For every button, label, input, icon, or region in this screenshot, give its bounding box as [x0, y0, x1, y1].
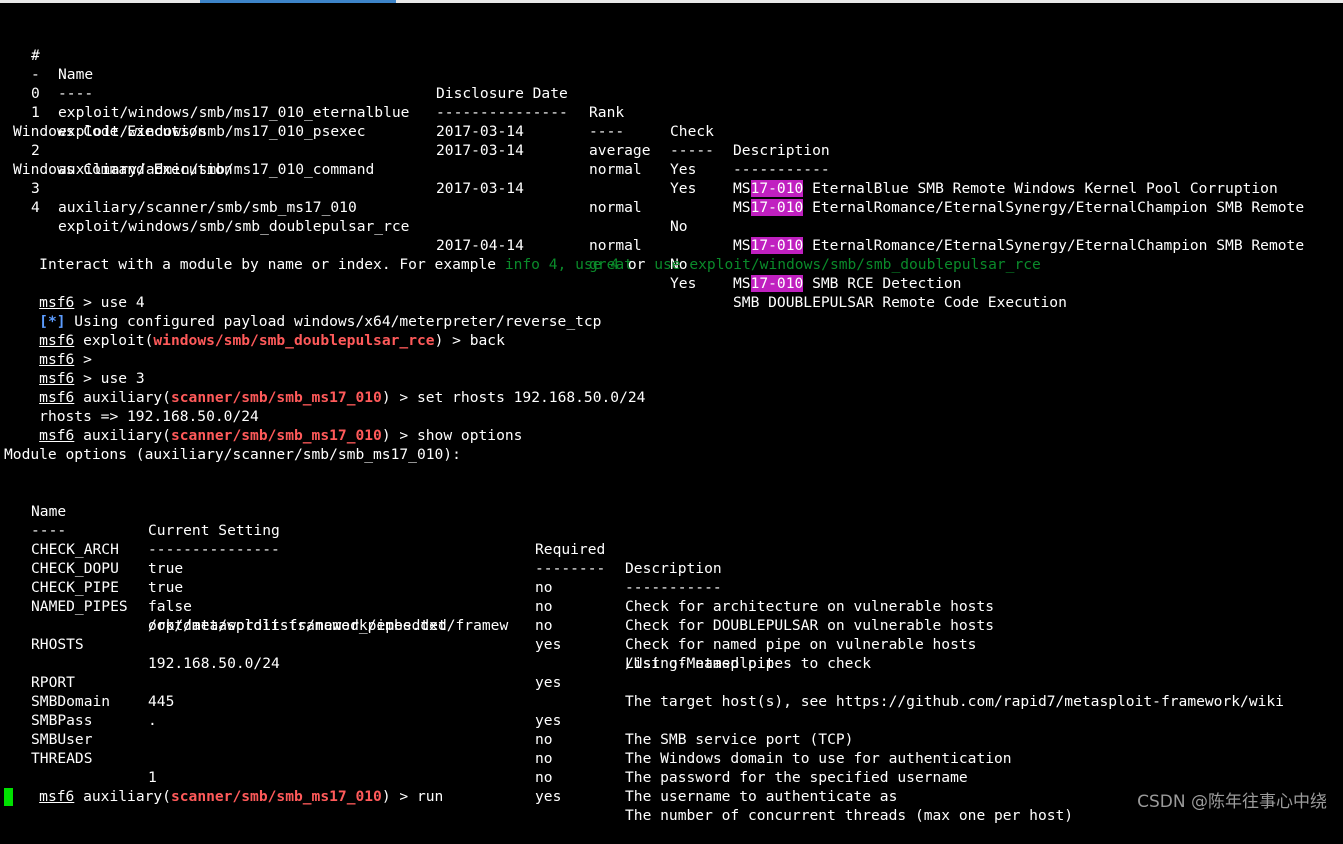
- module-table-header: # Name Disclosure Date Rank Check Descri…: [4, 27, 830, 159]
- col-rank-header: Rank: [589, 104, 625, 121]
- table-row: 0 exploit/windows/smb/ms17_010_eternalbl…: [31, 85, 1278, 197]
- option-row-continuation: ork/data/wordlists/named_pipes.txt: [148, 617, 447, 634]
- option-row: NAMED_PIPES /opt/metasploit-framework/em…: [31, 598, 872, 672]
- search-highlight: 17-010: [750, 180, 804, 197]
- options-table-header: Name Current Setting Required Descriptio…: [31, 503, 722, 577]
- col-desc-header: Description: [733, 142, 830, 159]
- table-row-continuation: Windows Code Execution: [13, 123, 207, 140]
- options-table-underline: ---- --------------- -------- ----------…: [31, 522, 722, 596]
- module-description: SMB DOUBLEPULSAR Remote Code Execution: [733, 294, 1067, 311]
- option-row: SMBDomain . no The Windows domain to use…: [31, 693, 1012, 767]
- col-date-header: Disclosure Date: [436, 85, 568, 102]
- col-check-header: Check: [670, 123, 714, 140]
- module-name: exploit/windows/smb/ms17_010_eternalblue: [58, 104, 410, 121]
- table-row-continuation: Windows Command Execution: [13, 161, 233, 178]
- console-line: msf6 >: [39, 351, 92, 368]
- col-name-header: Name: [58, 66, 94, 83]
- option-row: SMBUser no The username to authenticate …: [31, 731, 898, 805]
- hint-command-use-index: use 4: [575, 256, 620, 273]
- option-row: CHECK_DOPU true no Check for DOUBLEPULSA…: [31, 560, 995, 634]
- console-line: msf6 > use 4: [39, 294, 145, 311]
- search-highlight: 17-010: [750, 199, 804, 216]
- window-tab-bar: [0, 0, 1343, 3]
- option-row: RHOSTS 192.168.50.0/24 yes The target ho…: [31, 636, 1284, 710]
- module-description: MS17-010 SMB RCE Detection: [733, 275, 962, 292]
- module-name: auxiliary/scanner/smb/smb_ms17_010: [58, 199, 357, 216]
- search-highlight: 17-010: [750, 275, 804, 292]
- table-row: 3 auxiliary/scanner/smb/smb_ms17_010 nor…: [31, 180, 962, 292]
- table-row: 4 exploit/windows/smb/smb_doublepulsar_r…: [31, 199, 1067, 311]
- option-row-continuation: /Using-Metasploit: [625, 655, 775, 672]
- watermark: CSDN @陈年往事心中绕: [1137, 792, 1327, 812]
- console-line: msf6 auxiliary(scanner/smb/smb_ms17_010)…: [39, 427, 523, 444]
- interact-hint: Interact with a module by name or index.…: [39, 256, 1041, 273]
- module-name: exploit/windows/smb/smb_doublepulsar_rce: [58, 218, 410, 235]
- msf-prompt: msf6: [39, 788, 75, 805]
- console-line-current: msf6 auxiliary(scanner/smb/smb_ms17_010)…: [39, 788, 444, 805]
- hint-command-info: info 4: [504, 256, 558, 273]
- console-line: rhosts => 192.168.50.0/24: [39, 408, 259, 425]
- console-line: [*] Using configured payload windows/x64…: [39, 313, 602, 330]
- active-module: scanner/smb/smb_ms17_010: [170, 427, 382, 444]
- console-line: msf6 exploit(windows/smb/smb_doublepulsa…: [39, 332, 505, 349]
- active-module: scanner/smb/smb_ms17_010: [170, 788, 382, 805]
- module-description: MS17-010 EternalRomance/EternalSynergy/E…: [733, 199, 1305, 216]
- option-row: RPORT 445 yes The SMB service port (TCP): [31, 674, 854, 748]
- module-description: MS17-010 EternalBlue SMB Remote Windows …: [733, 180, 1278, 197]
- active-module: windows/smb/smb_doublepulsar_rce: [153, 332, 435, 349]
- hint-command-use-name: use exploit/windows/smb/smb_doublepulsar…: [654, 256, 1041, 273]
- console-line: msf6 > use 3: [39, 370, 145, 387]
- module-options-title: Module options (auxiliary/scanner/smb/sm…: [4, 446, 461, 463]
- module-table-underline: - ---- --------------- ---- ----- ------…: [31, 66, 830, 178]
- option-row: CHECK_PIPE false no Check for named pipe…: [31, 579, 977, 653]
- console-line: msf6 auxiliary(scanner/smb/smb_ms17_010)…: [39, 389, 646, 406]
- active-tab-indicator[interactable]: [200, 0, 396, 3]
- table-row: 1 exploit/windows/smb/ms17_010_psexec 20…: [31, 104, 1305, 216]
- msf-prompt: msf6: [39, 427, 75, 444]
- option-row: SMBPass no The password for the specifie…: [31, 712, 968, 786]
- option-row: CHECK_ARCH true no Check for architectur…: [31, 541, 995, 615]
- table-row: 2 auxiliary/admin/smb/ms17_010_command 2…: [31, 142, 1305, 254]
- option-row: THREADS 1 yes The number of concurrent t…: [31, 750, 1074, 824]
- terminal-cursor[interactable]: [4, 788, 13, 806]
